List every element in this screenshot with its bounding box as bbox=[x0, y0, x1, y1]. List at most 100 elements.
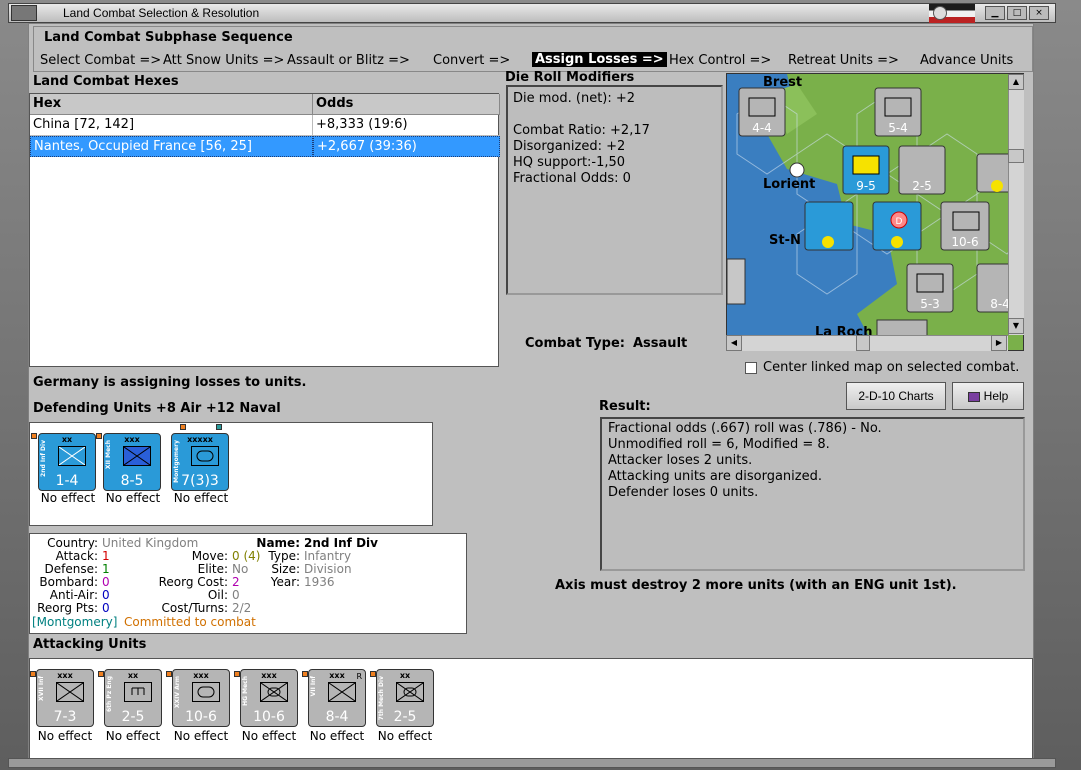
center-linked-label[interactable]: Center linked map on selected combat. bbox=[763, 360, 1019, 375]
unit-counter[interactable]: xxx XXIV Arm 10-6 bbox=[172, 669, 230, 727]
help-label: Help bbox=[983, 389, 1009, 403]
disorganized: Disorganized: +2 bbox=[513, 139, 626, 154]
mech-symbol-icon bbox=[123, 446, 151, 466]
unit-effect: No effect bbox=[37, 729, 93, 743]
step-retreat-units: Retreat Units => bbox=[788, 53, 899, 68]
vertical-scroll-thumb[interactable] bbox=[1008, 149, 1024, 163]
step-att-snow-units: Att Snow Units => bbox=[163, 53, 285, 68]
charts-button[interactable]: 2-D-10 Charts bbox=[846, 382, 946, 410]
result-line: Attacker loses 2 units. bbox=[608, 453, 753, 468]
window-bottom-border bbox=[8, 758, 1056, 768]
unit-effect: No effect bbox=[377, 729, 433, 743]
map-horizontal-scrollbar[interactable]: ◀ ▶ bbox=[726, 335, 1008, 351]
hq-link[interactable]: [Montgomery] bbox=[32, 615, 117, 629]
close-button[interactable]: × bbox=[1029, 6, 1049, 20]
svg-text:8-4: 8-4 bbox=[990, 297, 1010, 311]
center-linked-checkbox[interactable] bbox=[745, 362, 757, 374]
help-button[interactable]: Help bbox=[952, 382, 1024, 410]
infantry-symbol-icon bbox=[328, 682, 356, 702]
book-icon bbox=[967, 391, 980, 402]
unit-effect: No effect bbox=[105, 729, 161, 743]
oil-value: 0 bbox=[232, 588, 240, 602]
attacking-units: xxx XVII Inf 7-3 No effect xx 6th Pz Eng… bbox=[29, 658, 1033, 759]
antiair-label: Anti-Air: bbox=[49, 588, 98, 602]
svg-text:5-3: 5-3 bbox=[920, 297, 940, 311]
year-value: 1936 bbox=[304, 575, 335, 589]
country-label: Country: bbox=[47, 536, 98, 550]
unit-counter[interactable]: xxx HG Mech 10-6 bbox=[240, 669, 298, 727]
horizontal-scroll-thumb[interactable] bbox=[856, 335, 870, 351]
country-value: United Kingdom bbox=[102, 536, 199, 550]
engineer-symbol-icon bbox=[124, 682, 152, 702]
step-assign-losses: Assign Losses => bbox=[532, 52, 667, 67]
unit-counter[interactable]: xxx R VII Inf 8-4 bbox=[308, 669, 366, 727]
subphase-sequence: Land Combat Subphase Sequence Select Com… bbox=[33, 26, 1033, 72]
step-assault-or-blitz: Assault or Blitz => bbox=[287, 53, 410, 68]
unit-counter[interactable]: xxxxx Montgomery 7(3)3 bbox=[171, 433, 229, 491]
die-mod-net: Die mod. (net): +2 bbox=[513, 91, 636, 106]
scroll-up-button[interactable]: ▲ bbox=[1008, 74, 1024, 90]
hex-cell: Nantes, Occupied France [56, 25] bbox=[30, 136, 313, 157]
antiair-value: 0 bbox=[102, 588, 110, 602]
window-menu-icon[interactable] bbox=[11, 5, 37, 21]
map-label-brest: Brest bbox=[763, 75, 802, 90]
column-header-hex[interactable]: Hex bbox=[30, 94, 313, 115]
reorg-cost-label: Reorg Cost: bbox=[158, 575, 228, 589]
armor-symbol-icon bbox=[192, 682, 220, 702]
column-header-odds[interactable]: Odds bbox=[313, 94, 500, 115]
unit-counter[interactable]: xxx XII Mech 8-5 bbox=[103, 433, 161, 491]
unit-effect: No effect bbox=[173, 729, 229, 743]
move-label: Move: bbox=[191, 549, 228, 563]
attack-value: 1 bbox=[102, 549, 110, 563]
odds-cell: +8,333 (19:6) bbox=[313, 115, 500, 136]
cost-turns-label: Cost/Turns: bbox=[161, 601, 228, 615]
size-value: Division bbox=[304, 562, 352, 576]
bombard-label: Bombard: bbox=[39, 575, 98, 589]
linked-map[interactable]: 4-4 5-4 9-5 2-5 D 10-6 5-3 8-4 Brest Lor… bbox=[726, 73, 1024, 351]
result-title: Result: bbox=[599, 399, 651, 414]
german-flag-icon bbox=[929, 4, 975, 24]
defense-label: Defense: bbox=[44, 562, 98, 576]
hexes-title: Land Combat Hexes bbox=[33, 74, 179, 89]
step-convert: Convert => bbox=[433, 53, 511, 68]
svg-text:2-5: 2-5 bbox=[912, 179, 932, 193]
scroll-down-button[interactable]: ▼ bbox=[1008, 318, 1024, 334]
combat-type-value: Assault bbox=[633, 336, 688, 351]
scroll-right-button[interactable]: ▶ bbox=[991, 335, 1007, 351]
map-vertical-scrollbar[interactable]: ▲ ▼ bbox=[1008, 74, 1024, 335]
oil-label: Oil: bbox=[207, 588, 228, 602]
size-label: Size: bbox=[271, 562, 300, 576]
elite-label: Elite: bbox=[197, 562, 228, 576]
unit-counter[interactable]: xx 7th Mech Div 2-5 bbox=[376, 669, 434, 727]
infantry-symbol-icon bbox=[58, 446, 86, 466]
svg-text:10-6: 10-6 bbox=[951, 235, 978, 249]
window-title: Land Combat Selection & Resolution bbox=[63, 6, 260, 20]
sequence-title: Land Combat Subphase Sequence bbox=[44, 30, 293, 45]
armor-symbol-icon bbox=[191, 446, 219, 466]
table-row[interactable]: China [72, 142] +8,333 (19:6) bbox=[30, 115, 500, 136]
unit-counter[interactable]: xx 2nd Inf Div 1-4 bbox=[38, 433, 96, 491]
scroll-left-button[interactable]: ◀ bbox=[726, 335, 742, 351]
reorg-pts-value: 0 bbox=[102, 601, 110, 615]
combat-type-label: Combat Type: bbox=[525, 336, 625, 351]
maximize-button[interactable]: □ bbox=[1007, 6, 1027, 20]
attack-label: Attack: bbox=[55, 549, 98, 563]
hex-cell: China [72, 142] bbox=[30, 115, 313, 136]
infantry-symbol-icon bbox=[56, 682, 84, 702]
defense-value: 1 bbox=[102, 562, 110, 576]
unit-effect: No effect bbox=[241, 729, 297, 743]
bombard-value: 0 bbox=[102, 575, 110, 589]
mech-symbol-icon bbox=[260, 682, 288, 702]
svg-text:D: D bbox=[896, 217, 903, 227]
window-frame: Land Combat Selection & Resolution ▁ □ ×… bbox=[0, 0, 1081, 770]
committed-status: Committed to combat bbox=[124, 615, 256, 629]
result-line: Unmodified roll = 6, Modified = 8. bbox=[608, 437, 830, 452]
table-row-selected[interactable]: Nantes, Occupied France [56, 25] +2,667 … bbox=[30, 136, 500, 157]
unit-counter[interactable]: xx 6th Pz Eng 2-5 bbox=[104, 669, 162, 727]
name-label: Name: bbox=[256, 536, 300, 550]
minimize-button[interactable]: ▁ bbox=[985, 6, 1005, 20]
combat-panel: Land Combat Subphase Sequence Select Com… bbox=[28, 23, 1034, 760]
name-value: 2nd Inf Div bbox=[304, 536, 378, 550]
unit-counter[interactable]: xxx XVII Inf 7-3 bbox=[36, 669, 94, 727]
result-line: Attacking units are disorganized. bbox=[608, 469, 822, 484]
